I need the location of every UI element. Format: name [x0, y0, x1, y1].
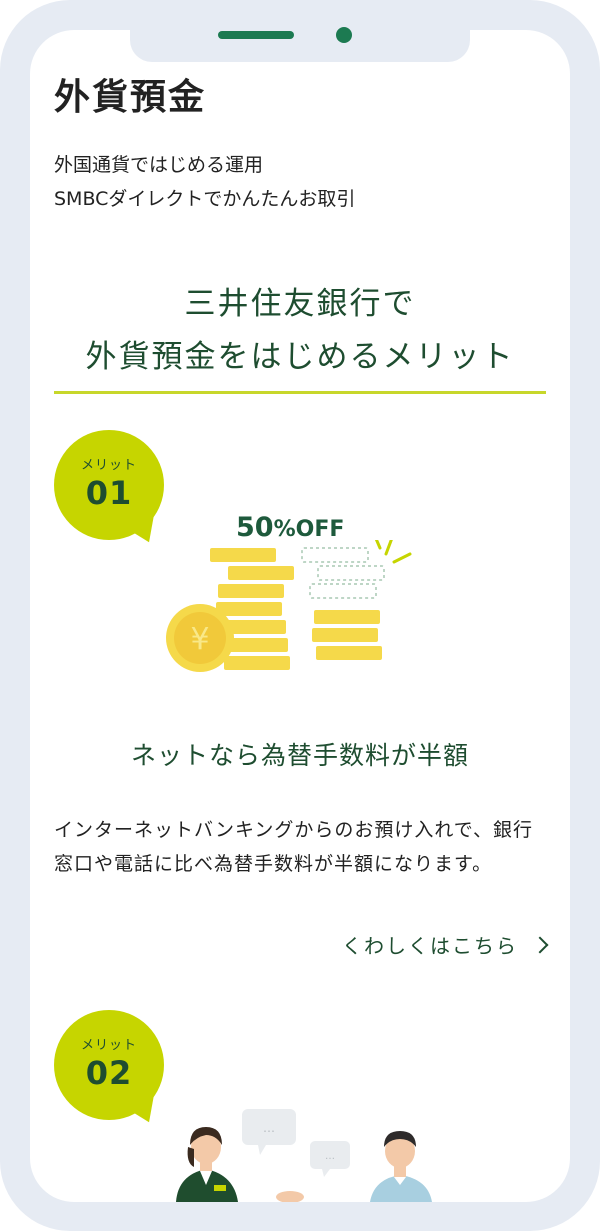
badge-number: 02 [85, 1054, 133, 1092]
consultation-illustration: … … [176, 1109, 432, 1202]
coin-stack-right [312, 610, 382, 660]
coins-illustration: ¥ [166, 540, 412, 672]
yen-coin-icon: ¥ [166, 604, 234, 672]
subtitle-line: 外国通貨ではじめる運用 [54, 154, 264, 176]
badge-label: メリット [80, 458, 137, 473]
badge-number: 01 [85, 474, 133, 512]
chevron-right-icon [531, 936, 549, 954]
speech-bubble-icon: … [310, 1141, 350, 1177]
subtitle-line: SMBCダイレクトでかんたんお取引 [54, 188, 356, 210]
details-link[interactable]: くわしくはこちら [342, 930, 549, 959]
heading-underline [54, 391, 546, 394]
hand-shape [276, 1191, 304, 1202]
discount-number: 50 [236, 512, 274, 543]
merit-02-badge: メリット 02 [54, 1010, 169, 1130]
removed-coins [301, 547, 385, 599]
details-link-label: くわしくはこちら [342, 934, 518, 958]
merits-heading: 三井住友銀行で 外貨預金をはじめるメリット [54, 278, 546, 384]
merits-heading-line: 外貨預金をはじめるメリット [85, 339, 515, 375]
merit-01-body: インターネットバンキングからのお預け入れで、銀行窓口や電話に比べ為替手数料が半額… [54, 819, 534, 875]
merits-heading-line: 三井住友銀行で [184, 286, 416, 322]
sparkle-lines [374, 540, 412, 564]
speech-bubble-text: … [263, 1121, 275, 1135]
merit-01-title: ネットなら為替手数料が半額 [130, 741, 469, 770]
badge-label: メリット [80, 1038, 137, 1053]
yen-symbol: ¥ [190, 622, 209, 657]
discount-badge: 50%OFF [236, 512, 344, 543]
discount-unit: %OFF [273, 517, 345, 542]
page-subtitle: 外国通貨ではじめる運用 SMBCダイレクトでかんたんお取引 [54, 148, 355, 216]
content: 外貨預金 外国通貨ではじめる運用 SMBCダイレクトでかんたんお取引 三井住友銀… [30, 30, 570, 1202]
speech-bubble-icon: … [242, 1109, 296, 1155]
speech-bubble-text: … [325, 1151, 335, 1162]
merit-01-badge: メリット 01 [54, 430, 169, 550]
bank-staff-person [176, 1127, 238, 1202]
page-title: 外貨預金 [54, 77, 207, 118]
customer-person [370, 1131, 432, 1202]
